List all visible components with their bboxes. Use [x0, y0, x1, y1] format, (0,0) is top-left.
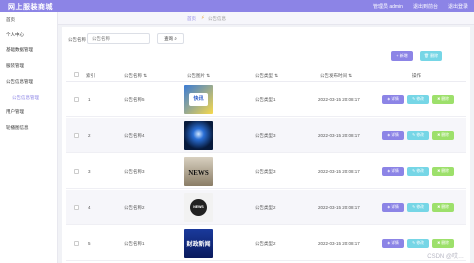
- cell-name: 公告名称5: [124, 97, 145, 102]
- logout-link[interactable]: 退出登录: [448, 3, 468, 10]
- cell-name: 公告名称2: [124, 205, 145, 210]
- cell-type: 公告类型2: [255, 205, 276, 210]
- delete-button[interactable]: ✖ 删除: [432, 203, 454, 212]
- user-label: 管理员 admin: [372, 4, 403, 10]
- row-checkbox[interactable]: [74, 169, 79, 174]
- select-all-checkbox[interactable]: [74, 72, 79, 77]
- cell-time: 2022-03-15 20:08:17: [318, 133, 360, 138]
- breadcrumb-current: 公告信息: [208, 16, 226, 21]
- cell-index: 3: [88, 169, 91, 174]
- row-checkbox[interactable]: [74, 205, 79, 210]
- sidebar-item-clothing[interactable]: 服装管理: [6, 63, 24, 69]
- notice-image[interactable]: NEWS: [184, 157, 213, 186]
- cell-index: 5: [88, 241, 91, 246]
- cell-name: 公告名称1: [124, 241, 145, 246]
- thumb-text: 财政新闻: [186, 242, 211, 248]
- row-checkbox[interactable]: [74, 97, 79, 102]
- table-row: 3 公告名称3 NEWS 公告类型3 2022-03-15 20:08:17 ◈ 详情 ✎ …: [66, 154, 466, 189]
- row-checkbox[interactable]: [74, 241, 79, 246]
- cell-time: 2022-03-15 20:08:17: [318, 97, 360, 102]
- header-name[interactable]: 公告名称 ⇅: [124, 73, 147, 79]
- sidebar-subitem-notice[interactable]: 公告信息管理: [12, 95, 39, 101]
- detail-button[interactable]: ◈ 详情: [382, 203, 404, 212]
- search-icon: ⌕: [174, 36, 177, 41]
- edit-button[interactable]: ✎ 修改: [407, 167, 429, 176]
- add-button[interactable]: + 新增: [391, 51, 413, 61]
- delete-button[interactable]: ✖ 删除: [432, 131, 454, 140]
- header-action: 操作: [412, 73, 421, 78]
- thumb-text: 快讯: [189, 93, 208, 106]
- thumb-text: NEWS: [188, 169, 209, 177]
- delete-button[interactable]: ✖ 删除: [432, 167, 454, 176]
- header-image[interactable]: 公告图片 ⇅: [187, 73, 210, 79]
- detail-button[interactable]: ◈ 详情: [382, 239, 404, 248]
- cell-index: 2: [88, 133, 91, 138]
- main-panel: 公告名称 查询 ⌕ + 新增 🗑 删除 索引 公告名称 ⇅ 公告图片 ⇅ 公告类…: [62, 27, 470, 263]
- header-type[interactable]: 公告类型 ⇅: [255, 73, 278, 79]
- sidebar-item-profile[interactable]: 个人中心: [6, 32, 24, 38]
- edit-button[interactable]: ✎ 修改: [407, 131, 429, 140]
- detail-button[interactable]: ◈ 详情: [382, 131, 404, 140]
- delete-button[interactable]: ✖ 删除: [432, 239, 454, 248]
- detail-button[interactable]: ◈ 详情: [382, 95, 404, 104]
- edit-button[interactable]: ✎ 修改: [407, 95, 429, 104]
- cell-index: 4: [88, 205, 91, 210]
- notice-image[interactable]: [184, 121, 213, 150]
- notice-image[interactable]: NEWS: [184, 193, 213, 222]
- app-title: 网上服装商城: [8, 4, 53, 11]
- cell-time: 2022-03-15 20:08:17: [318, 169, 360, 174]
- table-row: 2 公告名称4 公告类型3 2022-03-15 20:08:17 ◈ 详情 ✎ 修改 ✖ …: [66, 118, 466, 153]
- notice-image[interactable]: 财政新闻: [184, 229, 213, 258]
- search-button[interactable]: 查询 ⌕: [157, 33, 184, 44]
- table-row: 5 公告名称1 财政新闻 公告类型2 2022-03-15 20:08:17 ◈ 详情 ✎ …: [66, 226, 466, 261]
- detail-button[interactable]: ◈ 详情: [382, 167, 404, 176]
- lightning-icon: ⚡: [201, 15, 205, 21]
- table-row: 1 公告名称5 快讯 公告类型1 2022-03-15 20:08:17 ◈ 详情 ✎ 修改…: [66, 82, 466, 117]
- edit-button[interactable]: ✎ 修改: [407, 203, 429, 212]
- delete-button[interactable]: ✖ 删除: [432, 95, 454, 104]
- breadcrumb-home[interactable]: 首页: [187, 16, 196, 22]
- cell-type: 公告类型3: [255, 169, 276, 174]
- watermark: CSDN @哎…: [427, 254, 464, 260]
- edit-button[interactable]: ✎ 修改: [407, 239, 429, 248]
- table-header: 索引 公告名称 ⇅ 公告图片 ⇅ 公告类型 ⇅ 公告发布时间 ⇅ 操作: [66, 68, 466, 82]
- cell-time: 2022-03-15 20:08:17: [318, 205, 360, 210]
- top-bar: 网上服装商城 管理员 admin 退出到前台 退出登录: [0, 0, 474, 12]
- sidebar-item-users[interactable]: 用户管理: [6, 109, 24, 115]
- sidebar-item-carousel[interactable]: 轮播图信息: [6, 125, 29, 131]
- thumb-text: NEWS: [190, 199, 207, 216]
- sidebar-item-base-data[interactable]: 基础数据管理: [6, 47, 33, 53]
- cell-type: 公告类型1: [255, 97, 276, 102]
- cell-name: 公告名称4: [124, 133, 145, 138]
- table-row: 4 公告名称2 NEWS 公告类型2 2022-03-15 20:08:17 ◈ 详情 ✎ …: [66, 190, 466, 225]
- search-button-label: 查询: [164, 36, 174, 41]
- header-index: 索引: [86, 73, 95, 78]
- notice-image[interactable]: 快讯: [184, 85, 213, 114]
- row-checkbox[interactable]: [74, 133, 79, 138]
- bulk-delete-button[interactable]: 🗑 删除: [420, 51, 442, 61]
- cell-type: 公告类型2: [255, 241, 276, 246]
- breadcrumb: 首页 ⚡ 公告信息: [58, 12, 474, 25]
- cell-time: 2022-03-15 20:08:17: [318, 241, 360, 246]
- cell-index: 1: [88, 97, 91, 102]
- back-to-front-link[interactable]: 退出到前台: [413, 3, 438, 10]
- sidebar-item-notice[interactable]: 公告信息管理: [6, 79, 33, 85]
- search-input[interactable]: [87, 33, 150, 44]
- cell-name: 公告名称3: [124, 169, 145, 174]
- search-label: 公告名称: [68, 37, 86, 42]
- cell-type: 公告类型3: [255, 133, 276, 138]
- header-time[interactable]: 公告发布时间 ⇅: [320, 73, 352, 79]
- sidebar: 首页 个人中心 基础数据管理 服装管理 公告信息管理 公告信息管理 用户管理 轮…: [0, 12, 58, 263]
- sidebar-item-home[interactable]: 首页: [6, 17, 15, 23]
